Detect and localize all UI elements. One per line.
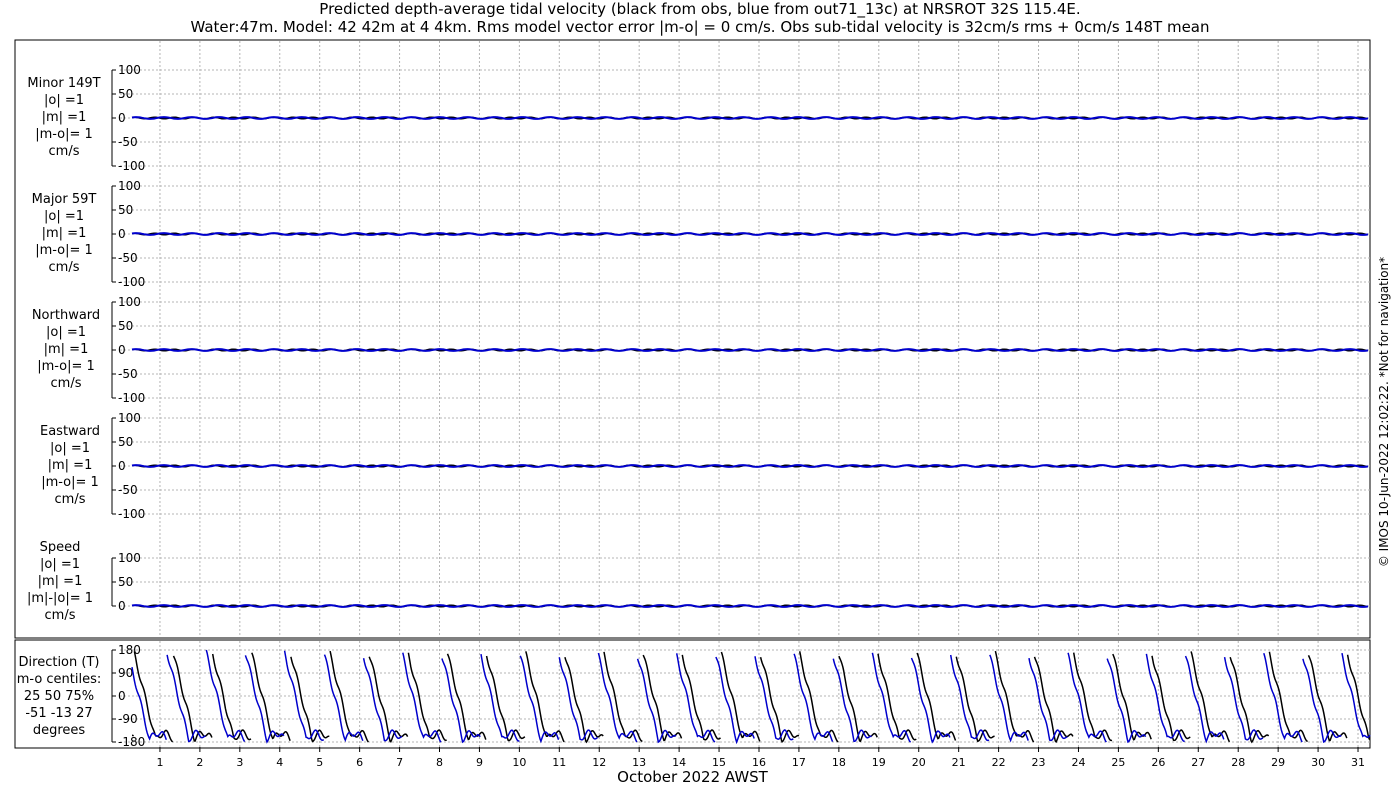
y-tick-label: -100 [118, 391, 145, 405]
panel-label-line: |m| =1 [43, 342, 89, 357]
panel-label-line: |m| =1 [37, 574, 83, 589]
y-tick-label: -100 [118, 159, 145, 173]
panel-label-line: cm/s [54, 492, 86, 507]
panel-label-northward: Northward |o| =1 |m| =1 |m-o|= 1 cm/s [0, 307, 132, 392]
panel-label-line: |m-o|= 1 [41, 475, 99, 490]
y-tick-label: -100 [118, 507, 145, 521]
panel-label-line: m-o centiles: [16, 672, 102, 687]
y-tick-label: -180 [118, 735, 145, 749]
panel-label-eastward: Eastward |o| =1 |m| =1 |m-o|= 1 cm/s [0, 423, 140, 508]
panel-label-line: |o| =1 [39, 557, 80, 572]
panel-label-line: degrees [32, 723, 86, 738]
panel-label-line: Eastward [39, 424, 101, 439]
y-tick-label: 180 [118, 643, 141, 657]
panel-label-line: cm/s [48, 260, 80, 275]
panel-label-line: |m| =1 [41, 110, 87, 125]
panel-label-line: |m-o|= 1 [35, 243, 93, 258]
x-axis-label: October 2022 AWST [617, 768, 768, 786]
panel-label-line: Major 59T [31, 192, 97, 207]
panel-label-line: |m-o|= 1 [37, 359, 95, 374]
panel-label-line: |o| =1 [43, 209, 84, 224]
panel-label-line: |m|-|o|= 1 [26, 591, 94, 606]
panel-label-line: Speed [39, 540, 81, 555]
panel-label-line: |o| =1 [49, 441, 90, 456]
y-tick-label: -100 [118, 275, 145, 289]
panel-label-line: Northward [31, 308, 101, 323]
upper-frame [14, 39, 1371, 639]
panel-label-line: Direction (T) [18, 655, 100, 670]
panel-label-minor: Minor 149T |o| =1 |m| =1 |m-o|= 1 cm/s [0, 75, 128, 160]
panel-label-line: cm/s [44, 608, 76, 623]
y-tick-label: -90 [118, 712, 138, 726]
panel-label-line: |m-o|= 1 [35, 127, 93, 142]
panel-label-line: 25 50 75% [23, 689, 95, 704]
panel-label-line: |m| =1 [47, 458, 93, 473]
credit-note: © IMOS 10-Jun-2022 12:02:22. *Not for na… [1377, 256, 1391, 568]
panel-label-line: Minor 149T [27, 76, 101, 91]
y-tick-label: 90 [118, 666, 133, 680]
panel-label-direction: Direction (T) m-o centiles: 25 50 75% -5… [0, 654, 118, 739]
panel-label-line: cm/s [48, 144, 80, 159]
panel-label-speed: Speed |o| =1 |m| =1 |m|-|o|= 1 cm/s [0, 539, 120, 624]
panel-label-line: |o| =1 [45, 325, 86, 340]
y-tick-label: 50 [118, 575, 133, 589]
panel-label-line: |o| =1 [43, 93, 84, 108]
panel-label-line: -51 -13 27 [25, 706, 93, 721]
tidal-velocity-chart: 1 2 3 4 5 6 7 8 9 10 11 12 13 14 15 16 17 18 19 20 21 22 23 24 2… [14, 39, 1371, 769]
direction-line-obs [132, 650, 1371, 744]
panel-label-line: cm/s [50, 376, 82, 391]
panel-label-line: |m| =1 [41, 226, 87, 241]
panel-label-major: Major 59T |o| =1 |m| =1 |m-o|= 1 cm/s [0, 191, 128, 276]
y-tick-label: 0 [118, 689, 126, 703]
y-tick-label: 100 [118, 551, 141, 565]
